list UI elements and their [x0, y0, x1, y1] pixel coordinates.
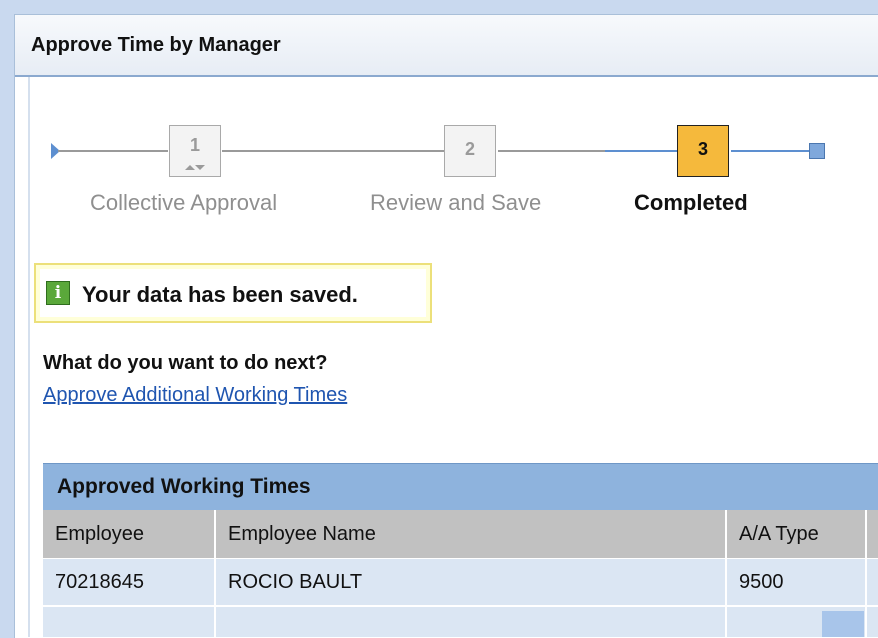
column-header-label: Employee Name — [228, 523, 376, 545]
step-2-label: Review and Save — [370, 190, 542, 215]
cell-text: ROCIO BAULT — [228, 571, 363, 593]
status-message-text: Your data has been saved. — [82, 282, 358, 307]
stepper-line — [222, 150, 444, 152]
step-2-number: 2 — [464, 139, 475, 159]
step-2-box[interactable]: 2 — [444, 125, 496, 177]
step-1-number: 1 — [189, 135, 200, 155]
column-header-label: Employee — [55, 523, 144, 545]
stepper-end-marker-icon — [809, 143, 825, 159]
step-3-box[interactable]: 3 — [677, 125, 729, 177]
table-cell-employee: 70218645 — [43, 559, 216, 605]
content-border — [28, 77, 30, 637]
step-3-label: Completed — [634, 190, 748, 215]
table-cell-overflow — [867, 559, 878, 605]
table-cell-empty — [216, 606, 727, 637]
title-bar: Approve Time by Manager — [15, 15, 878, 77]
stepper-line — [731, 150, 811, 152]
table-cell-aa-type: 9500 — [727, 559, 867, 605]
table-title-bar: Approved Working Times — [43, 463, 878, 510]
table-cell-employee-name: ROCIO BAULT — [216, 559, 727, 605]
info-icon: i — [46, 281, 70, 305]
next-steps-heading: What do you want to do next? — [43, 352, 328, 374]
table-title: Approved Working Times — [57, 475, 311, 498]
expand-collapse-icon — [185, 165, 205, 170]
column-header-employee[interactable]: Employee — [43, 510, 216, 558]
table-cell-empty — [867, 606, 878, 637]
stepper-line — [498, 150, 605, 152]
scrollbar-thumb[interactable] — [822, 611, 864, 637]
column-header-label: A/A Type — [739, 523, 819, 545]
page-title: Approve Time by Manager — [31, 34, 281, 56]
approve-additional-link[interactable]: Approve Additional Working Times — [43, 384, 347, 407]
cell-text: 70218645 — [55, 571, 144, 593]
step-1-label: Collective Approval — [90, 190, 278, 215]
column-header-employee-name[interactable]: Employee Name — [216, 510, 727, 558]
step-3-number: 3 — [697, 139, 708, 159]
column-header-aa-type[interactable]: A/A Type — [727, 510, 867, 558]
table-cell-empty — [43, 606, 216, 637]
stepper-line — [58, 150, 168, 152]
column-header-overflow — [867, 510, 878, 558]
stepper-line — [605, 150, 677, 152]
cell-text: 9500 — [739, 571, 784, 593]
step-1-box[interactable]: 1 — [169, 125, 221, 177]
